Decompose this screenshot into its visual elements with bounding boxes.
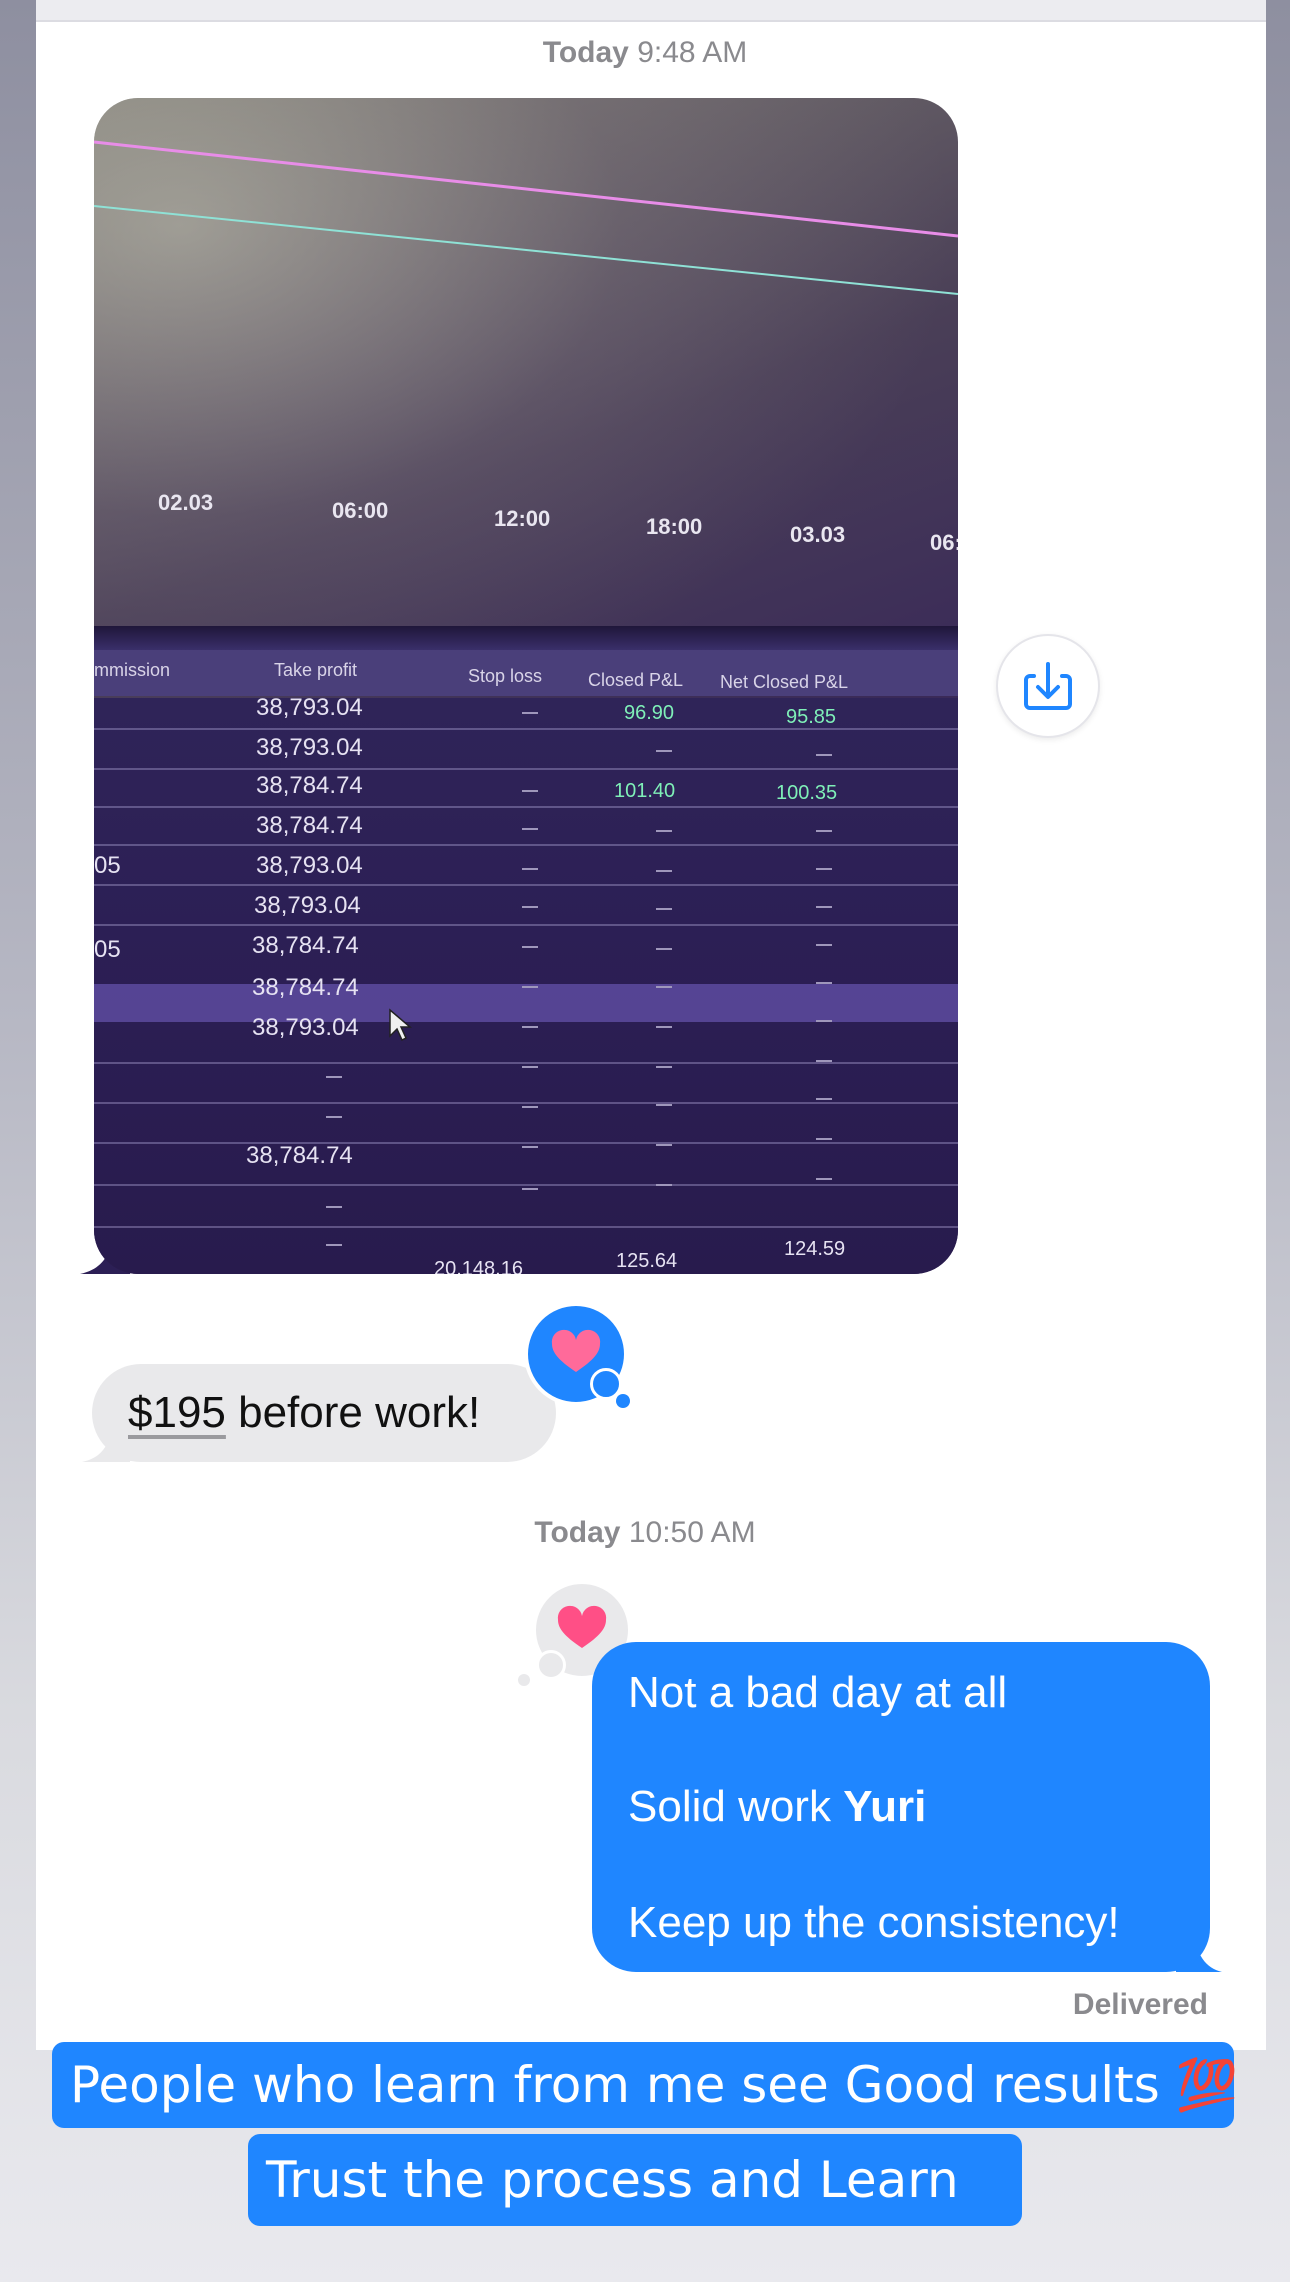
column-header: Take profit xyxy=(274,660,358,680)
take-profit-cell: 38,793.04 xyxy=(256,694,363,721)
take-profit-cell: 38,784.74 xyxy=(256,812,363,839)
total-closed-pl: 125.64 xyxy=(616,1250,678,1272)
column-header: Closed P&L xyxy=(588,670,684,690)
selected-row xyxy=(94,984,958,1022)
mouse-cursor-icon xyxy=(389,1008,412,1042)
top-divider xyxy=(36,0,1266,22)
time-tick: 06: xyxy=(930,530,958,555)
column-header: Stop loss xyxy=(468,666,543,686)
caption-line-2: Trust the process and Learn xyxy=(248,2134,1022,2226)
time-tick: 06:00 xyxy=(332,498,389,523)
take-profit-cell: 38,793.04 xyxy=(256,734,363,761)
incoming-message-bubble[interactable]: $195 before work! xyxy=(92,1364,556,1462)
column-header: mmission xyxy=(94,660,171,680)
take-profit-cell: 38,793.04 xyxy=(252,1014,359,1041)
time-tick: 18:00 xyxy=(646,514,703,539)
incoming-message-text: $195 before work! xyxy=(128,1388,481,1437)
message-line-1: Not a bad day at all xyxy=(628,1668,1008,1717)
amount-link[interactable]: $195 xyxy=(128,1388,226,1437)
save-image-button[interactable] xyxy=(996,634,1100,738)
delivery-status: Delivered xyxy=(1072,1988,1208,2021)
time-tick: 02.03 xyxy=(158,490,214,515)
download-icon xyxy=(1024,662,1072,710)
net-closed-pl-cell: 100.35 xyxy=(776,782,838,804)
left-column-cell: 05 xyxy=(94,852,121,879)
take-profit-cell: 38,793.04 xyxy=(256,852,363,879)
timestamp-2: Today 10:50 AM xyxy=(534,1516,756,1549)
caption-line-1: People who learn from me see Good result… xyxy=(52,2042,1238,2128)
message-line-3: Keep up the consistency! xyxy=(628,1898,1120,1947)
message-line-2: Solid work Yuri xyxy=(628,1782,927,1831)
take-profit-cell: 38,784.74 xyxy=(252,932,359,959)
total-net-closed-pl: 124.59 xyxy=(784,1238,846,1260)
left-column-cell: 05 xyxy=(94,936,121,963)
total-partial: 20,148.16 xyxy=(434,1258,523,1274)
take-profit-cell: 38,784.74 xyxy=(256,772,363,799)
closed-pl-cell: 96.90 xyxy=(624,702,675,724)
photo-attachment[interactable]: 02.03 06:00 12:00 18:00 03.03 06: mmissi… xyxy=(94,98,958,1274)
time-tick: 03.03 xyxy=(790,522,846,547)
outgoing-message-bubble[interactable]: Not a bad day at all Solid work Yuri Kee… xyxy=(592,1642,1210,1972)
time-tick: 12:00 xyxy=(494,506,551,531)
tapback-tail-dot xyxy=(616,1394,630,1408)
net-closed-pl-cell: 95.85 xyxy=(786,706,837,728)
column-header: Net Closed P&L xyxy=(720,672,849,692)
timestamp-1: Today 9:48 AM xyxy=(542,36,748,69)
tapback-tail-dot xyxy=(518,1674,530,1686)
take-profit-cell: 38,793.04 xyxy=(254,892,361,919)
tapback-tail-dot xyxy=(536,1650,566,1680)
closed-pl-cell: 101.40 xyxy=(614,780,676,802)
take-profit-cell: 38,784.74 xyxy=(246,1142,353,1169)
take-profit-cell: 38,784.74 xyxy=(252,974,359,1001)
